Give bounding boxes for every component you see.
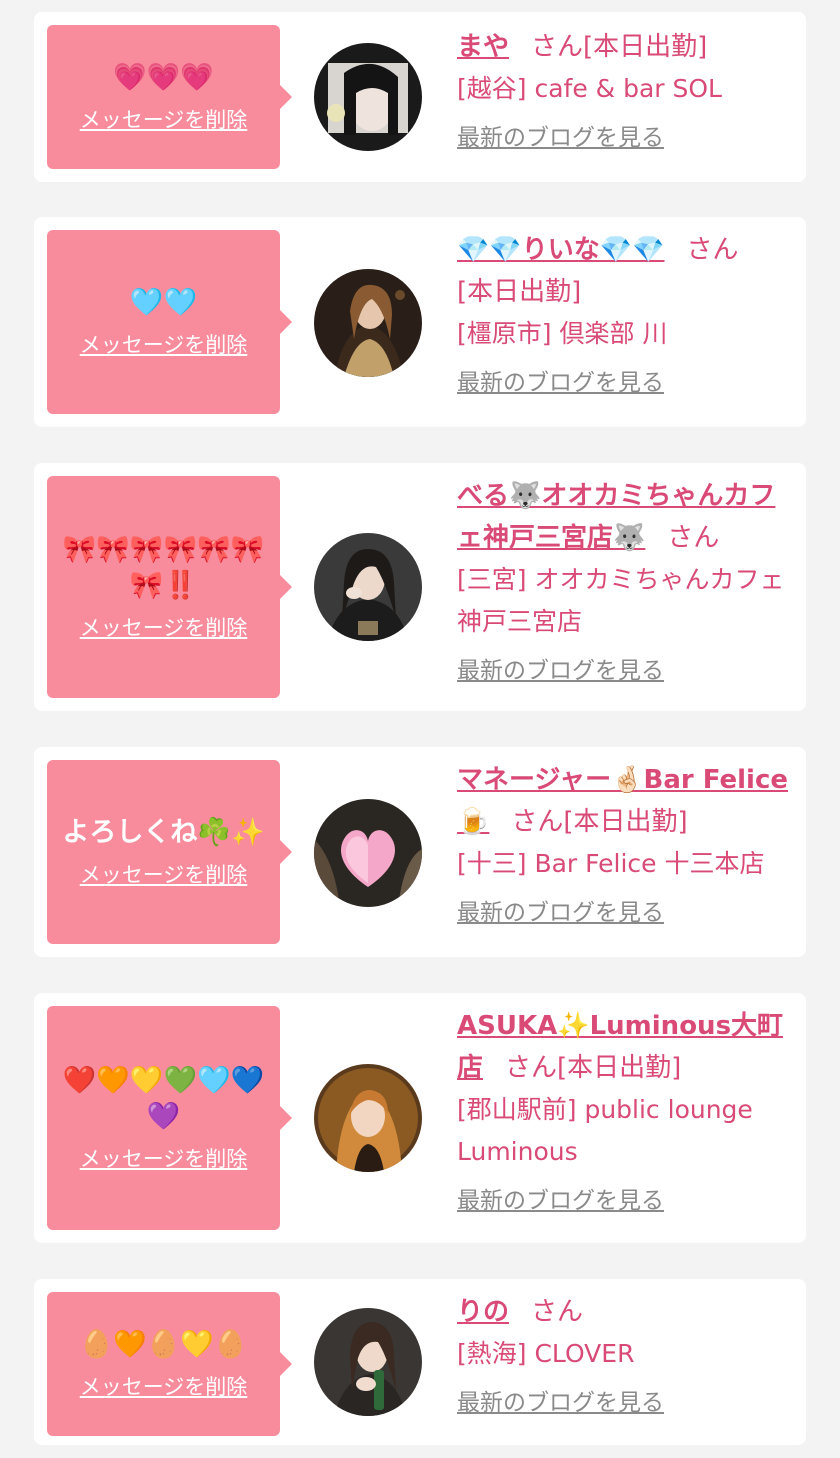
shop-label: [郡山駅前] public lounge Luminous (457, 1095, 753, 1166)
name-line: ASUKA✨Luminous大町店 さん[本日出勤] (457, 1005, 792, 1089)
message-card: ❤️🧡💛💚🩵💙💜 メッセージを削除 ASUKA✨Luminous大町店 さん[本日… (34, 993, 806, 1243)
san-label: さん (505, 1053, 558, 1083)
cast-name-link[interactable]: りの (457, 1297, 509, 1327)
message-bubble: ❤️🧡💛💚🩵💙💜 メッセージを削除 (47, 1006, 292, 1230)
shop-label: [橿原市] 倶楽部 川 (457, 319, 668, 348)
message-card: 🥚🧡🥚💛🥚 メッセージを削除 りの さん [熱海] CLOVER 最新のブログを見… (34, 1279, 806, 1445)
shop-label: [三宮] オオカミちゃんカフェ神戸三宮店 (457, 565, 785, 636)
latest-blog-link[interactable]: 最新のブログを見る (457, 367, 792, 399)
status-label: [本日出勤] (557, 1053, 682, 1083)
avatar[interactable] (314, 269, 422, 377)
status-label: [本日出勤] (457, 277, 582, 307)
name-line: りの さん (457, 1291, 792, 1333)
message-card: よろしくね☘️✨ メッセージを削除 マネージャー🤞🏻Bar Felice🍺 さん[… (34, 747, 806, 957)
latest-blog-link[interactable]: 最新のブログを見る (457, 122, 792, 154)
cast-name-link[interactable]: べる🐺オオカミちゃんカフェ神戸三宮店🐺 (457, 481, 775, 553)
cast-name-link[interactable]: 💎💎りいな💎💎 (457, 235, 665, 265)
delete-message-link[interactable]: メッセージを削除 (80, 1145, 248, 1173)
san-label: さん (531, 32, 584, 62)
avatar[interactable] (314, 43, 422, 151)
delete-message-link[interactable]: メッセージを削除 (80, 614, 248, 642)
message-card: 🎀🎀🎀🎀🎀🎀🎀‼️ メッセージを削除 べる🐺オオカミちゃんカフェ神戸三宮店🐺 さん… (34, 463, 806, 711)
cast-info: りの さん [熱海] CLOVER 最新のブログを見る (457, 1291, 792, 1419)
cast-info: マネージャー🤞🏻Bar Felice🍺 さん[本日出勤] [十三] Bar Fel… (457, 759, 792, 929)
message-text: 🥚🧡🥚💛🥚 (79, 1329, 248, 1360)
message-card: 💗💗💗 メッセージを削除 まや さん[本日出勤] [越谷] cafe & bar … (34, 12, 806, 182)
shop-label: [十三] Bar Felice 十三本店 (457, 849, 765, 878)
cast-info: まや さん[本日出勤] [越谷] cafe & bar SOL 最新のブログを見る (457, 26, 792, 154)
shop-label: [熱海] CLOVER (457, 1339, 635, 1368)
message-bubble: 🥚🧡🥚💛🥚 メッセージを削除 (47, 1292, 292, 1436)
name-line: まや さん[本日出勤] (457, 26, 792, 68)
name-line: べる🐺オオカミちゃんカフェ神戸三宮店🐺 さん (457, 475, 792, 559)
avatar[interactable] (314, 1308, 422, 1416)
message-bubble: 💗💗💗 メッセージを削除 (47, 25, 292, 169)
avatar[interactable] (314, 533, 422, 641)
latest-blog-link[interactable]: 最新のブログを見る (457, 1185, 792, 1217)
message-bubble: よろしくね☘️✨ メッセージを削除 (47, 760, 292, 944)
san-label: さん (667, 523, 720, 553)
message-card: 🩵🩵 メッセージを削除 💎💎りいな💎💎 さん [本日出勤] [橿原市] 倶楽部 川… (34, 217, 806, 427)
delete-message-link[interactable]: メッセージを削除 (80, 861, 248, 889)
message-text: ❤️🧡💛💚🩵💙💜 (62, 1065, 265, 1132)
name-line: 💎💎りいな💎💎 さん (457, 229, 792, 271)
status-label: [本日出勤] (583, 32, 708, 62)
name-line: マネージャー🤞🏻Bar Felice🍺 さん[本日出勤] (457, 759, 792, 843)
delete-message-link[interactable]: メッセージを削除 (80, 331, 248, 359)
delete-message-link[interactable]: メッセージを削除 (80, 106, 248, 134)
latest-blog-link[interactable]: 最新のブログを見る (457, 655, 792, 687)
message-text: 🩵🩵 (129, 287, 198, 318)
shop-label: [越谷] cafe & bar SOL (457, 74, 722, 103)
san-label: さん (531, 1297, 584, 1327)
cast-info: 💎💎りいな💎💎 さん [本日出勤] [橿原市] 倶楽部 川 最新のブログを見る (457, 229, 792, 399)
status-label: [本日出勤] (563, 807, 688, 837)
cast-info: べる🐺オオカミちゃんカフェ神戸三宮店🐺 さん [三宮] オオカミちゃんカフェ神戸三… (457, 475, 792, 687)
latest-blog-link[interactable]: 最新のブログを見る (457, 1387, 792, 1419)
delete-message-link[interactable]: メッセージを削除 (80, 1373, 248, 1401)
message-text: よろしくね☘️✨ (62, 817, 265, 848)
message-bubble: 🩵🩵 メッセージを削除 (47, 230, 292, 414)
message-text: 🎀🎀🎀🎀🎀🎀🎀‼️ (62, 534, 265, 601)
message-bubble: 🎀🎀🎀🎀🎀🎀🎀‼️ メッセージを削除 (47, 476, 292, 698)
message-text: 💗💗💗 (113, 62, 214, 93)
latest-blog-link[interactable]: 最新のブログを見る (457, 897, 792, 929)
san-label: さん (686, 235, 739, 265)
avatar[interactable] (314, 799, 422, 907)
avatar[interactable] (314, 1064, 422, 1172)
cast-name-link[interactable]: まや (457, 32, 509, 62)
cast-info: ASUKA✨Luminous大町店 さん[本日出勤] [郡山駅前] public … (457, 1005, 792, 1217)
san-label: さん (511, 807, 564, 837)
